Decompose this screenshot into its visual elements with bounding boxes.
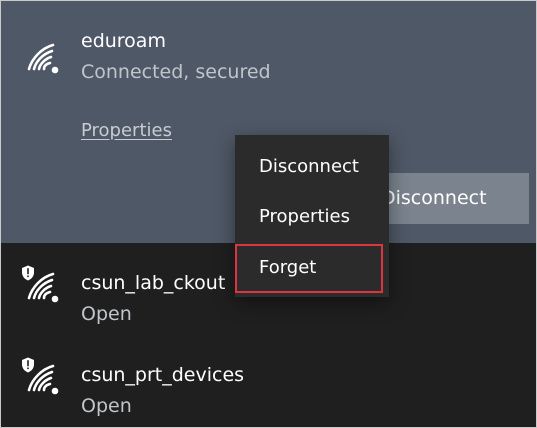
network-status: Open	[81, 395, 132, 417]
shield-icon	[22, 265, 34, 281]
network-csun-prt-devices[interactable]: csun_prt_devices Open	[1, 347, 536, 427]
network-properties-link[interactable]: Properties	[81, 120, 172, 142]
wifi-icon	[19, 35, 63, 79]
network-status: Open	[81, 303, 132, 325]
network-name: eduroam	[81, 30, 166, 52]
network-status: Connected, secured	[81, 61, 271, 83]
network-context-menu: Disconnect Properties Forget	[235, 135, 389, 297]
menu-item-properties[interactable]: Properties	[259, 205, 350, 229]
menu-item-forget[interactable]: Forget	[259, 256, 316, 280]
network-eduroam[interactable]: eduroam Connected, secured	[1, 25, 536, 117]
network-name: csun_lab_ckout	[81, 272, 226, 294]
wifi-icon	[19, 264, 63, 308]
network-name: csun_prt_devices	[81, 364, 245, 386]
shield-icon	[22, 357, 34, 373]
wifi-icon	[19, 356, 63, 400]
wifi-flyout: eduroam Connected, secured Properties Di…	[0, 0, 537, 428]
menu-item-disconnect[interactable]: Disconnect	[259, 155, 359, 179]
